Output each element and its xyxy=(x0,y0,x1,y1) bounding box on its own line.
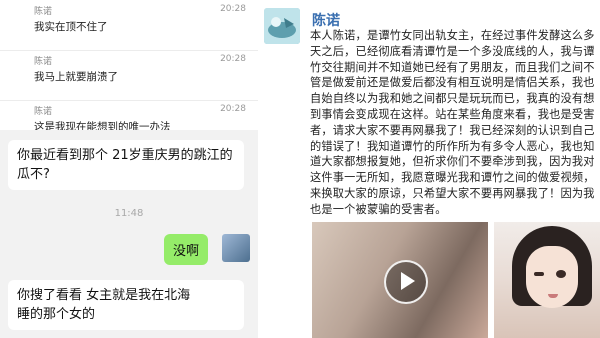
video-thumbnail[interactable] xyxy=(312,222,488,338)
message-time: 20:28 xyxy=(220,4,246,14)
conversation-view: 你最近看到那个 21岁重庆男的跳江的瓜不? 11:48 没啊 你搜了看看 女主就… xyxy=(0,130,258,338)
message-text: 你搜了看看 女主就是我在北海 xyxy=(17,288,191,303)
message-text: 你最近看到那个 21岁重庆男的跳江的瓜不? xyxy=(17,148,233,182)
timestamp: 11:48 xyxy=(114,208,144,219)
message-text: 我马上就要崩溃了 xyxy=(34,71,118,83)
incoming-message: 你搜了看看 女主就是我在北海 睡的那个女的 xyxy=(8,280,244,330)
social-post: 陈诺 本人陈诺，是谭竹女同出轨女主，在经过事件发酵这么多天之后，已经彻底看清谭竹… xyxy=(262,0,600,338)
avatar[interactable] xyxy=(222,234,250,262)
post-photo[interactable] xyxy=(494,222,600,338)
sender-name: 陈诺 xyxy=(34,7,53,17)
author-name[interactable]: 陈诺 xyxy=(312,10,340,30)
sender-name: 陈诺 xyxy=(34,107,53,117)
message-time: 20:28 xyxy=(220,104,246,114)
list-item[interactable]: 陈诺 20:28 我实在顶不住了 xyxy=(0,0,258,51)
photo-face xyxy=(526,246,578,308)
photo-eye xyxy=(534,272,544,276)
outgoing-message: 没啊 xyxy=(164,234,209,265)
message-time: 20:28 xyxy=(220,54,246,64)
avatar[interactable] xyxy=(264,8,300,44)
avatar-image-icon xyxy=(264,8,300,44)
incoming-message: 你最近看到那个 21岁重庆男的跳江的瓜不? xyxy=(8,140,244,190)
message-text: 我实在顶不住了 xyxy=(34,21,108,33)
post-body: 本人陈诺，是谭竹女同出轨女主，在经过事件发酵这么多天之后，已经彻底看清谭竹是一个… xyxy=(310,29,595,216)
message-text: 睡的那个女的 xyxy=(17,307,96,322)
photo-eye xyxy=(556,270,566,278)
list-item[interactable]: 陈诺 20:28 我马上就要崩溃了 xyxy=(0,50,258,101)
sender-name: 陈诺 xyxy=(34,57,53,67)
message-text: 没啊 xyxy=(173,244,200,259)
chat-panel: 陈诺 20:28 我实在顶不住了 陈诺 20:28 我马上就要崩溃了 陈诺 20… xyxy=(0,0,258,338)
message-list: 陈诺 20:28 我实在顶不住了 陈诺 20:28 我马上就要崩溃了 陈诺 20… xyxy=(0,0,258,151)
play-icon[interactable] xyxy=(384,260,428,304)
